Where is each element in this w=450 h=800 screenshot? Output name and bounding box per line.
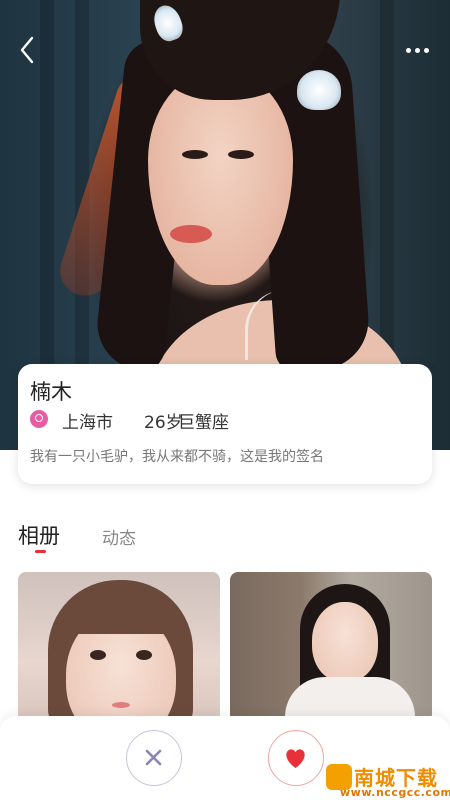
photo-bangs xyxy=(63,586,181,634)
photo-eye xyxy=(90,650,106,660)
back-arrow-icon[interactable] xyxy=(14,34,42,66)
dislike-button[interactable] xyxy=(126,730,182,786)
location-pin-icon xyxy=(30,410,48,428)
site-watermark: 南城下载 www.nccgcc.com xyxy=(326,764,450,800)
photo-eye xyxy=(136,650,152,660)
tab-feed[interactable]: 动态 xyxy=(102,524,136,549)
profile-age: 26岁 xyxy=(144,413,183,433)
tab-album[interactable]: 相册 xyxy=(18,520,60,550)
heart-icon xyxy=(286,749,305,768)
profile-zodiac: 巨蟹座 xyxy=(178,413,229,433)
photo-face xyxy=(312,602,378,682)
watermark-url: www.nccgcc.com xyxy=(340,786,450,799)
photo-lips xyxy=(112,702,130,708)
tab-active-indicator xyxy=(35,550,46,553)
like-button[interactable] xyxy=(268,730,324,786)
butterfly-clip xyxy=(297,70,341,110)
hero-eye-right xyxy=(228,150,254,159)
profile-card: 楠木 上海市 26岁 巨蟹座 我有一只小毛驴，我从来都不骑，这是我的签名 xyxy=(18,364,432,484)
profile-signature: 我有一只小毛驴，我从来都不骑，这是我的签名 xyxy=(30,449,324,465)
hero-eye-left xyxy=(182,150,208,159)
album-photo[interactable] xyxy=(18,572,220,722)
profile-city: 上海市 xyxy=(62,413,113,433)
more-dots-icon[interactable] xyxy=(404,40,432,60)
hero-lips xyxy=(170,225,212,243)
profile-name: 楠木 xyxy=(30,380,72,404)
close-x-icon xyxy=(145,749,162,766)
album-photo[interactable] xyxy=(230,572,432,722)
